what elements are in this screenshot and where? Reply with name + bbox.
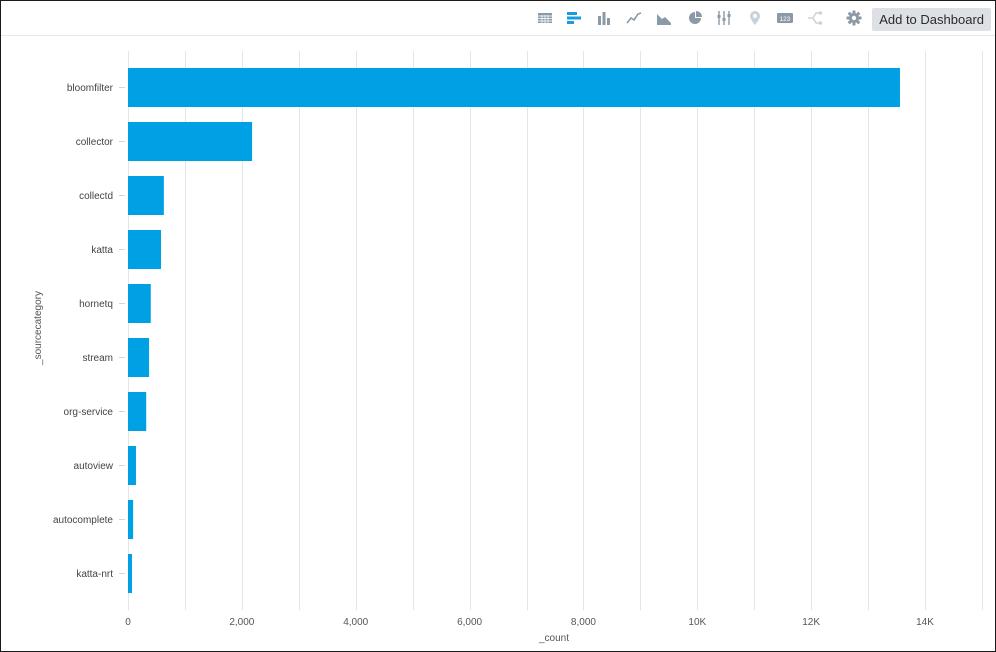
area-chart-icon[interactable] <box>656 10 672 26</box>
x-tick-label: 2,000 <box>229 617 254 628</box>
table-icon[interactable] <box>537 10 553 26</box>
bar-autoview[interactable] <box>128 446 136 485</box>
y-tick-label: katta <box>91 245 113 256</box>
x-axis-title: _count <box>538 633 569 644</box>
gear-icon[interactable] <box>846 10 862 26</box>
bar-collector[interactable] <box>128 122 252 161</box>
grid-lines <box>129 51 983 610</box>
x-tick-label: 4,000 <box>343 617 368 628</box>
chart-toolbar: Add to Dashboard 123 <box>1 1 995 36</box>
chart-panel: Add to Dashboard 123 bloomfilter collecto… <box>0 0 996 652</box>
y-tick-label: autocomplete <box>53 515 113 526</box>
y-tick-label: collectd <box>79 191 113 202</box>
x-axis: 0 2,000 4,000 6,000 8,000 10K 12K 14K <box>125 617 934 628</box>
bar-autocomplete[interactable] <box>128 500 133 539</box>
x-tick-label: 10K <box>688 617 706 628</box>
svg-text:123: 123 <box>780 16 791 23</box>
box-plot-icon[interactable] <box>716 10 732 26</box>
single-value-icon[interactable]: 123 <box>777 10 793 26</box>
bar-katta-nrt[interactable] <box>128 554 132 593</box>
sankey-icon[interactable] <box>807 10 823 26</box>
bar-org-service[interactable] <box>128 392 146 431</box>
bar-bloomfilter[interactable] <box>128 68 900 107</box>
line-chart-icon[interactable] <box>626 10 642 26</box>
x-tick-label: 12K <box>802 617 820 628</box>
bar-hornetq[interactable] <box>128 284 151 323</box>
x-tick-label: 6,000 <box>457 617 482 628</box>
y-axis: bloomfilter collector collectd katta hornetq… <box>53 83 125 580</box>
add-to-dashboard-button[interactable]: Add to Dashboard <box>872 8 991 31</box>
x-tick-label: 14K <box>916 617 934 628</box>
bar-stream[interactable] <box>128 338 149 377</box>
y-tick-label: katta-nrt <box>76 569 113 580</box>
bar-katta[interactable] <box>128 230 161 269</box>
y-tick-label: bloomfilter <box>67 83 114 94</box>
bar-chart-icon[interactable] <box>566 10 582 26</box>
column-chart-icon[interactable] <box>596 10 612 26</box>
bar-collectd[interactable] <box>128 176 164 215</box>
bar-chart: bloomfilter collector collectd katta hornetq… <box>1 36 995 651</box>
y-tick-label: stream <box>82 353 113 364</box>
y-tick-label: hornetq <box>79 299 113 310</box>
map-pin-icon[interactable] <box>747 10 763 26</box>
y-tick-label: autoview <box>74 461 114 472</box>
y-tick-label: org-service <box>64 407 114 418</box>
y-axis-title: _sourcecategory <box>33 291 44 366</box>
x-tick-label: 0 <box>125 617 131 628</box>
y-tick-label: collector <box>76 137 114 148</box>
bars <box>128 68 900 593</box>
pie-chart-icon[interactable] <box>687 10 703 26</box>
x-tick-label: 8,000 <box>571 617 596 628</box>
